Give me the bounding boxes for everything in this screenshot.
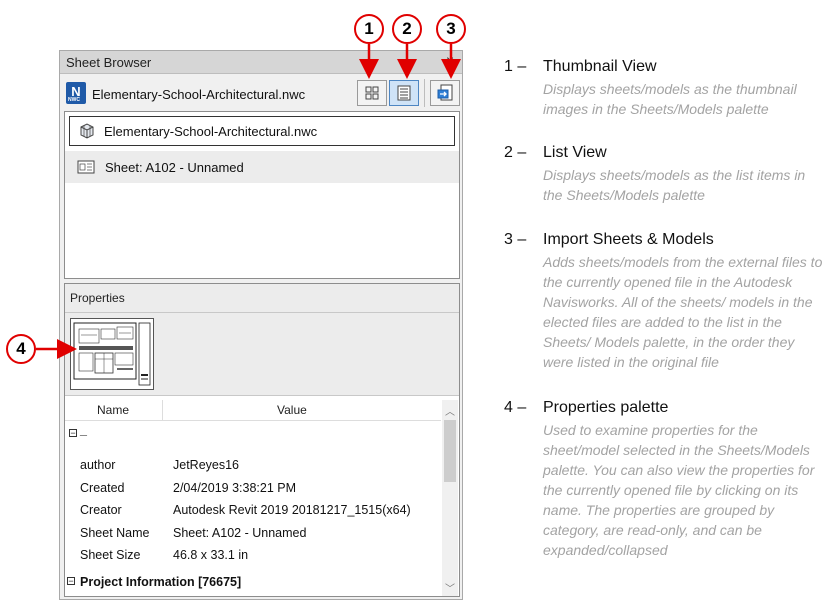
- description-title: Properties palette: [543, 399, 669, 416]
- description-title: List View: [543, 144, 607, 161]
- description-text: Used to examine properties for the sheet…: [543, 422, 815, 558]
- description-number: 1 –: [504, 58, 527, 75]
- description-title: Import Sheets & Models: [543, 231, 714, 248]
- callout-3: 3: [436, 14, 466, 44]
- description-title: Thumbnail View: [543, 58, 657, 75]
- description-number: 2 –: [504, 144, 527, 161]
- callout-4: 4: [6, 334, 36, 364]
- description-text: Displays sheets/models as the list items…: [543, 167, 806, 203]
- description-text: Displays sheets/models as the thumbnail …: [543, 81, 797, 117]
- description-number: 4 –: [504, 399, 527, 416]
- description-number: 3 –: [504, 231, 527, 248]
- callout-2: 2: [392, 14, 422, 44]
- callout-1: 1: [354, 14, 384, 44]
- description-text: Adds sheets/models from the external fil…: [543, 254, 823, 370]
